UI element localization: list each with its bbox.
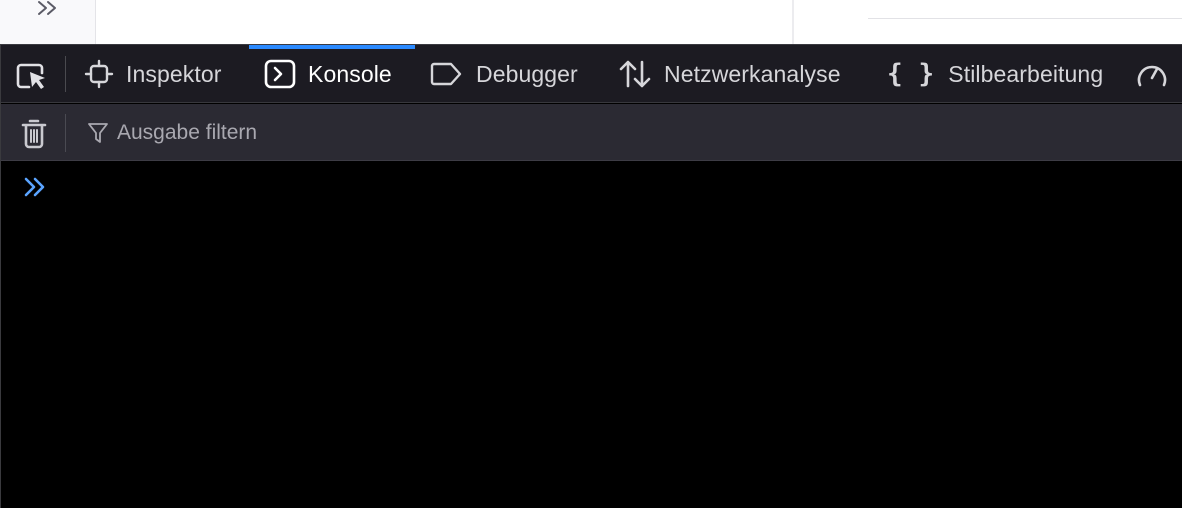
- tab-performance[interactable]: [1135, 45, 1182, 103]
- element-picker-icon: [16, 63, 45, 89]
- tab-label: Stilbearbeitung: [948, 60, 1104, 87]
- element-picker-button[interactable]: [13, 59, 51, 93]
- filter-icon: [88, 123, 108, 143]
- sidebar-toggle-button[interactable]: [0, 0, 96, 44]
- tab-debugger[interactable]: Debugger: [430, 45, 578, 103]
- devtools-panel: Inspektor Konsole Debugger Netzwerkanaly…: [0, 44, 1182, 508]
- trash-icon: [21, 119, 47, 149]
- tab-label: Debugger: [476, 60, 578, 87]
- console-toolbar: [1, 104, 1182, 161]
- tab-style-editor[interactable]: { } Stilbearbeitung: [887, 45, 1103, 103]
- clear-console-button[interactable]: [17, 116, 51, 150]
- console-output[interactable]: [1, 162, 1182, 508]
- tab-console[interactable]: Konsole: [264, 45, 392, 103]
- active-tab-indicator: [249, 45, 415, 49]
- style-editor-icon: { }: [887, 59, 935, 89]
- console-icon: [264, 59, 296, 89]
- tab-network[interactable]: Netzwerkanalyse: [618, 45, 841, 103]
- page-divider: [792, 0, 794, 44]
- tab-label: Konsole: [308, 60, 392, 87]
- devtools-tabbar: Inspektor Konsole Debugger Netzwerkanaly…: [1, 45, 1182, 103]
- browser-page-area: [0, 0, 1182, 44]
- network-icon: [619, 60, 651, 88]
- filter-field[interactable]: [87, 112, 487, 154]
- filter-input[interactable]: [117, 121, 477, 145]
- toolbar-separator: [65, 114, 66, 152]
- console-prompt-icon: [24, 177, 45, 197]
- double-chevron-right-icon: [38, 1, 56, 15]
- tab-label: Netzwerkanalyse: [664, 60, 841, 87]
- page-underline: [868, 18, 1182, 19]
- debugger-icon: [430, 62, 462, 86]
- tab-inspector[interactable]: Inspektor: [84, 45, 222, 103]
- performance-icon: [1137, 65, 1167, 87]
- inspector-icon: [84, 59, 114, 89]
- tab-label: Inspektor: [126, 60, 222, 87]
- tabbar-separator: [65, 56, 66, 92]
